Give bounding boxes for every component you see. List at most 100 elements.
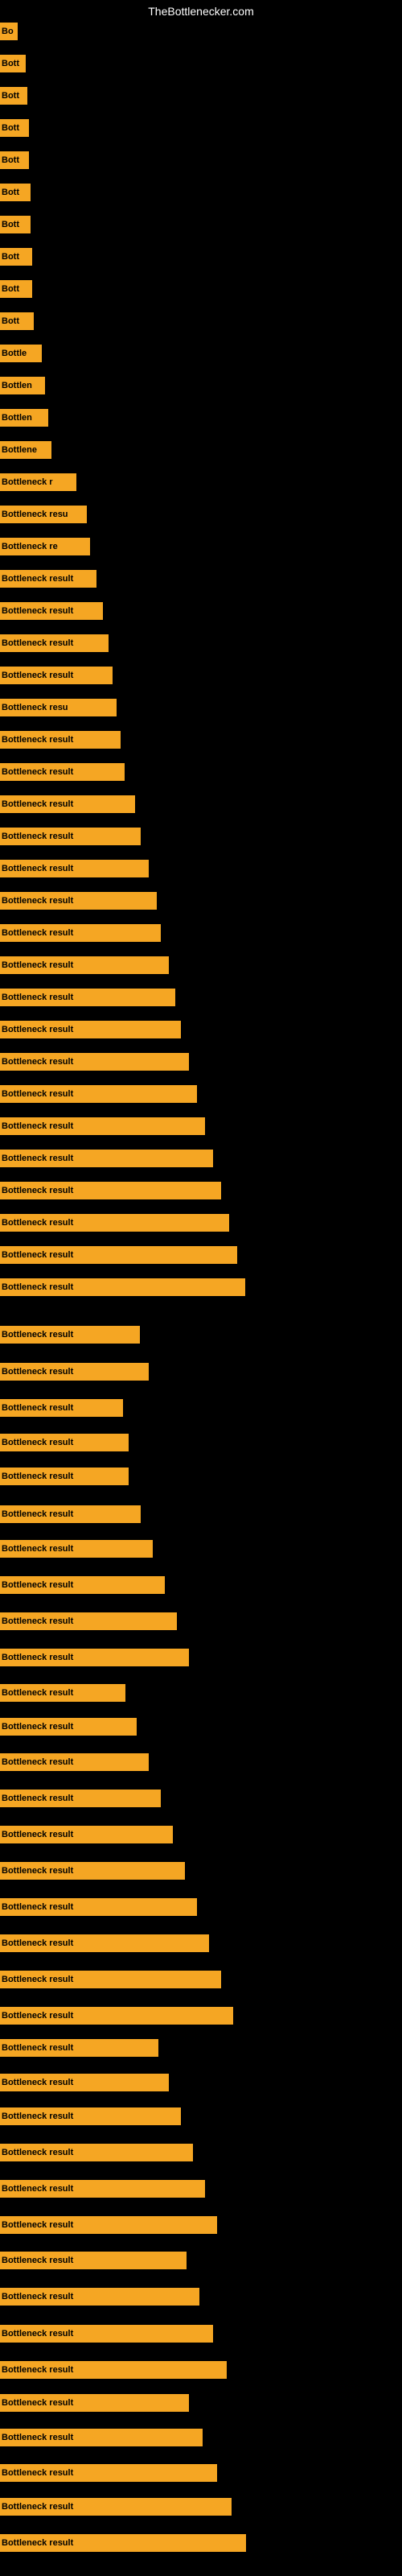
bar-label: Bottleneck result xyxy=(2,960,73,970)
bar: Bott xyxy=(0,280,32,298)
bar-label: Bottleneck result xyxy=(2,767,73,777)
bar-label: Bottleneck result xyxy=(2,993,73,1002)
bar-row: Bottleneck result xyxy=(0,2214,217,2236)
bar-row: Bottleneck result xyxy=(0,1574,165,1596)
bar-row: Bottleneck result xyxy=(0,1212,229,1234)
bar-label: Bottleneck result xyxy=(2,735,73,745)
bar: Bottleneck result xyxy=(0,1468,129,1485)
bar-label: Bottleneck result xyxy=(2,1250,73,1260)
bar: Bottleneck result xyxy=(0,634,109,652)
bar: Bottleneck result xyxy=(0,1053,189,1071)
bar-label: Bottleneck result xyxy=(2,2365,73,2375)
bar: Bottleneck result xyxy=(0,2144,193,2161)
bar-row: Bottlen xyxy=(0,374,45,397)
bar-label: Bottleneck result xyxy=(2,1218,73,1228)
bar-row: Bottleneck result xyxy=(0,1323,140,1346)
bar: Bottleneck re xyxy=(0,538,90,555)
bar-row: Bottleneck result xyxy=(0,1968,221,1991)
bar: Bottleneck resu xyxy=(0,506,87,523)
bar: Bottleneck result xyxy=(0,1363,149,1381)
bar: Bottleneck result xyxy=(0,763,125,781)
bar-label: Bottleneck result xyxy=(2,2148,73,2157)
bar-row: Bottleneck result xyxy=(0,2532,246,2554)
bar-label: Bottleneck resu xyxy=(2,703,68,712)
bar-label: Bottleneck result xyxy=(2,2256,73,2265)
bar-label: Bottleneck result xyxy=(2,1653,73,1662)
bar-row: Bottleneck result xyxy=(0,1360,149,1383)
bar-label: Bottleneck result xyxy=(2,832,73,841)
bar-row: Bott xyxy=(0,149,29,171)
bar-row: Bott xyxy=(0,52,26,75)
bar-label: Bottlen xyxy=(2,413,32,423)
bar: Bottleneck result xyxy=(0,1150,213,1167)
bar-row: Bottlene xyxy=(0,439,51,461)
bar-label: Bottleneck result xyxy=(2,928,73,938)
bar-row: Bottleneck result xyxy=(0,1682,125,1704)
bar-label: Bottleneck result xyxy=(2,2433,73,2442)
bar: Bottleneck result xyxy=(0,602,103,620)
bar: Bo xyxy=(0,23,18,40)
bar-row: Bottleneck result xyxy=(0,600,103,622)
bar: Bottleneck result xyxy=(0,1540,153,1558)
bar-label: Bottle xyxy=(2,349,27,358)
bar: Bottleneck result xyxy=(0,1576,165,1594)
bar: Bottleneck result xyxy=(0,1021,181,1038)
bar-label: Bottleneck result xyxy=(2,1186,73,1195)
bar: Bottlen xyxy=(0,377,45,394)
bar-label: Bottleneck r xyxy=(2,477,53,487)
bar: Bottleneck result xyxy=(0,1085,197,1103)
bar-label: Bottleneck result xyxy=(2,1757,73,1767)
bar-label: Bottleneck result xyxy=(2,2011,73,2021)
bar-label: Bottleneck result xyxy=(2,1472,73,1481)
bar-row: Bottleneck result xyxy=(0,2141,193,2164)
bar: Bottleneck resu xyxy=(0,699,117,716)
bar-row: Bottleneck result xyxy=(0,1823,173,1846)
bar-row: Bottleneck re xyxy=(0,535,90,558)
site-title: TheBottlenecker.com xyxy=(148,5,254,18)
bar: Bott xyxy=(0,151,29,169)
bar-label: Bott xyxy=(2,284,19,294)
bar-row: Bottleneck result xyxy=(0,825,141,848)
bar-row: Bottleneck result xyxy=(0,2037,158,2059)
bar: Bottleneck result xyxy=(0,2361,227,2379)
bar-row: Bottleneck result xyxy=(0,890,157,912)
bar-label: Bottleneck result xyxy=(2,2468,73,2478)
bar: Bottleneck result xyxy=(0,2180,205,2198)
bar-label: Bott xyxy=(2,220,19,229)
bar-label: Bottleneck result xyxy=(2,864,73,873)
bar-label: Bottleneck result xyxy=(2,2538,73,2548)
bar-label: Bottleneck result xyxy=(2,1025,73,1034)
bar: Bott xyxy=(0,216,31,233)
bar: Bottleneck result xyxy=(0,2534,246,2552)
bar: Bottleneck result xyxy=(0,1971,221,1988)
bar-label: Bottleneck result xyxy=(2,1367,73,1377)
bar-row: Bottleneck result xyxy=(0,1860,185,1882)
bar-row: Bottleneck result xyxy=(0,1018,181,1041)
bar: Bottleneck result xyxy=(0,2288,199,2306)
bar: Bottleneck result xyxy=(0,2216,217,2234)
bar: Bottleneck result xyxy=(0,1182,221,1199)
bar-label: Bottleneck result xyxy=(2,2398,73,2408)
bar-label: Bott xyxy=(2,252,19,262)
bar: Bottleneck result xyxy=(0,1934,209,1952)
bar-row: Bottleneck result xyxy=(0,922,161,944)
bar: Bottleneck result xyxy=(0,892,157,910)
bar: Bottleneck result xyxy=(0,2074,169,2091)
bar-label: Bottleneck resu xyxy=(2,510,68,519)
bar: Bottleneck result xyxy=(0,828,141,845)
bar-label: Bottleneck result xyxy=(2,2220,73,2230)
bar: Bottleneck result xyxy=(0,1649,189,1666)
bar-row: Bottleneck result xyxy=(0,1051,189,1073)
bar-row: Bottleneck result xyxy=(0,2004,233,2027)
bar: Bottleneck result xyxy=(0,1505,141,1523)
bar: Bottleneck result xyxy=(0,1434,129,1451)
bar-label: Bottleneck result xyxy=(2,1938,73,1948)
bar-label: Bottleneck result xyxy=(2,1794,73,1803)
bar-row: Bottleneck result xyxy=(0,1610,177,1633)
bar-label: Bottleneck result xyxy=(2,1688,73,1698)
bar-row: Bottleneck result xyxy=(0,857,149,880)
bar-label: Bottleneck result xyxy=(2,1830,73,1839)
bar-row: Bottleneck resu xyxy=(0,696,117,719)
bar-label: Bott xyxy=(2,316,19,326)
bar-row: Bott xyxy=(0,246,32,268)
